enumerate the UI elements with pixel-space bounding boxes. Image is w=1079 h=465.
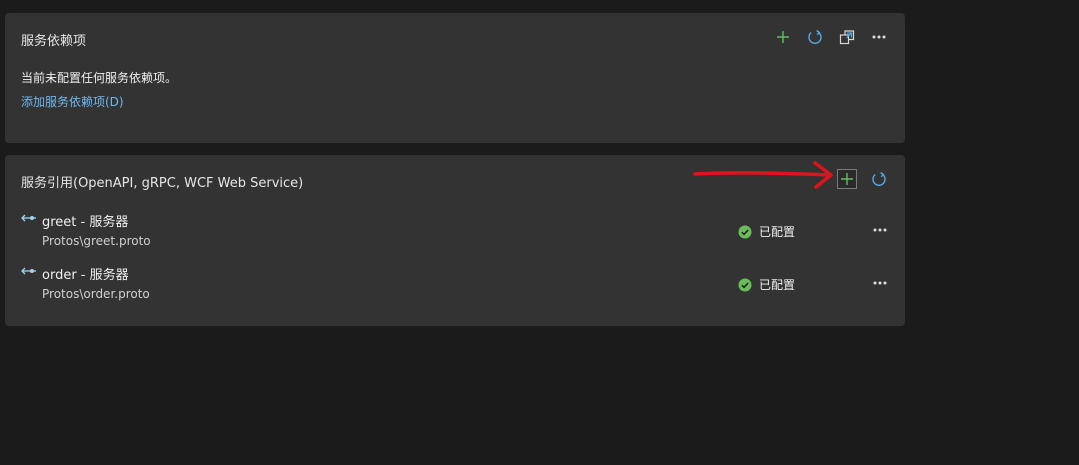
service-connection-icon: [21, 267, 36, 275]
add-dependency-button[interactable]: [773, 27, 793, 47]
service-reference-name: greet - 服务器: [42, 215, 129, 230]
service-dependencies-panel: 服务依赖项 当前未配置任何服务依赖项。 添加服务依赖项(D): [5, 13, 905, 143]
more-icon: [873, 281, 887, 285]
service-reference-path: Protos\greet.proto: [42, 234, 151, 248]
configured-status: 已配置: [738, 223, 795, 240]
check-circle-icon: [738, 278, 752, 291]
manage-icon: [839, 30, 855, 45]
manage-dependencies-button[interactable]: [837, 27, 857, 47]
service-dependencies-toolbar: [773, 27, 889, 47]
dependencies-more-button[interactable]: [869, 27, 889, 47]
row-more-button[interactable]: [871, 276, 889, 290]
service-reference-row[interactable]: greet - 服务器 Protos\greet.proto 已配置: [21, 209, 891, 255]
add-icon: [777, 31, 789, 43]
add-reference-button[interactable]: [837, 169, 857, 189]
service-connection-icon: [21, 214, 36, 222]
refresh-icon: [872, 172, 886, 186]
more-icon: [873, 228, 887, 232]
more-icon: [872, 35, 886, 39]
red-annotation-arrow: [693, 161, 833, 189]
add-dependency-link[interactable]: 添加服务依赖项(D): [21, 93, 124, 110]
row-more-button[interactable]: [871, 223, 889, 237]
service-references-toolbar: [837, 169, 889, 189]
status-label: 已配置: [759, 225, 796, 239]
service-references-title: 服务引用(OpenAPI, gRPC, WCF Web Service): [21, 176, 304, 191]
refresh-references-button[interactable]: [869, 169, 889, 189]
service-dependencies-title: 服务依赖项: [21, 34, 87, 49]
no-dependencies-message: 当前未配置任何服务依赖项。: [21, 71, 178, 85]
service-reference-path: Protos\order.proto: [42, 287, 150, 301]
service-reference-row[interactable]: order - 服务器 Protos\order.proto 已配置: [21, 262, 891, 308]
refresh-dependencies-button[interactable]: [805, 27, 825, 47]
check-circle-icon: [738, 225, 752, 238]
configured-status: 已配置: [738, 276, 795, 293]
add-icon: [841, 173, 853, 185]
refresh-icon: [808, 30, 822, 44]
status-label: 已配置: [759, 278, 796, 292]
service-reference-name: order - 服务器: [42, 268, 129, 283]
